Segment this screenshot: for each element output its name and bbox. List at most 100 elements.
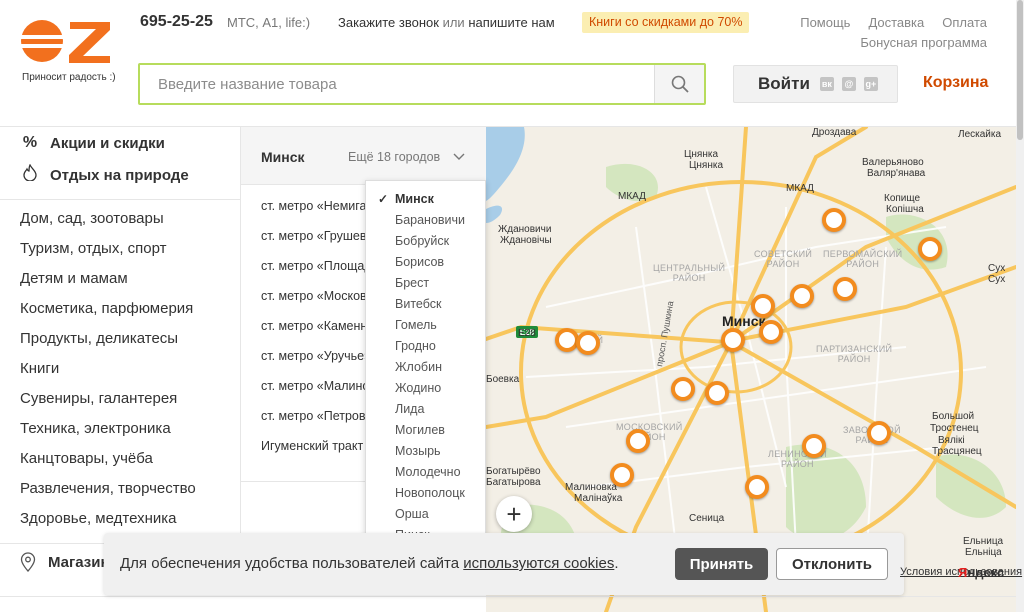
map-place-label: Дроздава (812, 127, 857, 138)
map-place-label: Вялікі (938, 435, 965, 446)
sidebar-divider (0, 199, 240, 200)
top-nav: Помощь Доставка Оплата (800, 15, 987, 30)
category-item[interactable]: Детям и мамам (20, 269, 196, 299)
promo-badge[interactable]: Книги со скидками до 70% (582, 12, 750, 33)
shop-map-marker[interactable] (867, 421, 891, 445)
map-district-label: ЦЕНТРАЛЬНЫЙ РАЙОН (653, 263, 726, 283)
shop-map-marker[interactable] (705, 381, 729, 405)
decline-cookies-button[interactable]: Отклонить (776, 548, 888, 580)
login-button[interactable]: Войти вк @ g+ (733, 65, 898, 103)
city-option[interactable]: Новополоцк (366, 483, 485, 504)
map-place-label: Сух (988, 274, 1006, 285)
city-option[interactable]: Барановичи (366, 210, 485, 231)
city-option[interactable]: Брест (366, 273, 485, 294)
scrollbar-thumb[interactable] (1017, 0, 1023, 140)
map-place-label: Цнянка (689, 160, 724, 171)
city-dropdown: ✓ Минск Барановичи Бобруйск Борисов Брест Ви… (365, 180, 486, 535)
shop-map-marker[interactable] (790, 284, 814, 308)
city-option[interactable]: Молодечно (366, 462, 485, 483)
current-city: Минск (261, 149, 305, 165)
cookie-text: Для обеспечения удобства пользователей с… (120, 555, 619, 572)
nav-delivery[interactable]: Доставка (868, 15, 924, 30)
search-input[interactable] (140, 65, 656, 103)
sidebar-item-sales[interactable]: % Акции и скидки (20, 134, 165, 152)
shop-map-marker[interactable] (802, 434, 826, 458)
map-place-label: Копішча (886, 204, 924, 215)
shop-map-marker[interactable] (822, 208, 846, 232)
footer-divider (0, 596, 1016, 597)
nav-bonus-program[interactable]: Бонусная программа (860, 35, 987, 50)
city-option[interactable]: Лида (366, 399, 485, 420)
sidebar-item-label: Акции и скидки (50, 134, 165, 152)
yandex-logo[interactable]: Яндекс (958, 565, 1004, 580)
category-item[interactable]: Косметика, парфюмерия (20, 299, 196, 329)
callback-or: или (442, 15, 465, 30)
category-item[interactable]: Продукты, деликатесы (20, 329, 196, 359)
google-plus-icon[interactable]: g+ (863, 77, 878, 91)
accept-cookies-button[interactable]: Принять (675, 548, 768, 580)
nav-payment[interactable]: Оплата (942, 15, 987, 30)
oz-logo-icon (20, 20, 110, 63)
shop-map-marker[interactable] (576, 331, 600, 355)
city-options: Барановичи Бобруйск Борисов Брест Витебск Гом… (366, 210, 485, 534)
city-option[interactable]: Бобруйск (366, 231, 485, 252)
map-place-label: Валерьяново (862, 157, 924, 168)
city-selector[interactable]: Минск Ещё 18 городов (241, 127, 486, 185)
city-option-label: Минск (395, 192, 434, 206)
map-district-label: СОВЕТСКИЙ РАЙОН (754, 249, 813, 269)
category-item[interactable]: Дом, сад, зоотовары (20, 209, 196, 239)
cookie-policy-link[interactable]: используются cookies (463, 555, 614, 572)
map-place-label: Лескайка (958, 129, 1002, 140)
shop-map-marker[interactable] (759, 320, 783, 344)
cookie-text-main: Для обеспечения удобства пользователей с… (120, 555, 464, 572)
city-option[interactable]: Гродно (366, 336, 485, 357)
vk-icon[interactable]: вк (819, 77, 834, 91)
cart-link[interactable]: Корзина (923, 74, 988, 92)
more-cities-toggle[interactable]: Ещё 18 городов (348, 150, 440, 164)
shop-map-marker[interactable] (918, 237, 942, 261)
map-place-label: Боевка (486, 374, 520, 385)
category-item[interactable]: Канцтовары, учёба (20, 449, 196, 479)
map-place-label: Ельница (963, 536, 1004, 547)
shop-map-marker[interactable] (833, 277, 857, 301)
map-place-label: Малиновка (565, 482, 617, 493)
city-option[interactable]: Гомель (366, 315, 485, 336)
map-place-label: Сух (988, 263, 1006, 274)
shop-map-marker[interactable] (751, 294, 775, 318)
sidebar-item-outdoor[interactable]: Отдых на природе (20, 163, 189, 186)
shop-map-marker[interactable] (745, 475, 769, 499)
city-option[interactable]: Борисов (366, 252, 485, 273)
shop-map-marker[interactable] (721, 328, 745, 352)
login-label: Войти (758, 74, 810, 93)
city-option[interactable]: Жлобин (366, 357, 485, 378)
map-place-label: Ельніца (965, 547, 1002, 558)
category-item[interactable]: Сувениры, галантерея (20, 389, 196, 419)
shop-map-marker[interactable] (626, 429, 650, 453)
phone-number[interactable]: 695-25-25 (140, 13, 213, 31)
mail-icon[interactable]: @ (841, 77, 856, 91)
city-option[interactable]: Мозырь (366, 441, 485, 462)
shop-map-marker[interactable] (610, 463, 634, 487)
category-item[interactable]: Развлечения, творчество (20, 479, 196, 509)
shop-map-marker[interactable] (671, 377, 695, 401)
nav-help[interactable]: Помощь (800, 15, 850, 30)
city-option-selected[interactable]: ✓ Минск (366, 189, 485, 210)
write-us-link[interactable]: напишите нам (468, 15, 554, 30)
city-option[interactable]: Могилев (366, 420, 485, 441)
map-zoom-in-button[interactable]: + (496, 496, 532, 532)
city-option[interactable]: Орша (366, 504, 485, 525)
map-place-label: Большой (932, 411, 975, 422)
city-option[interactable]: Витебск (366, 294, 485, 315)
map-place-label: E28 (518, 328, 536, 339)
search-bar (138, 63, 706, 105)
map-place-label: Ждановичи (498, 224, 552, 235)
map-place-label: Багатырова (486, 477, 541, 488)
chevron-down-icon[interactable] (452, 149, 466, 163)
category-item[interactable]: Туризм, отдых, спорт (20, 239, 196, 269)
request-call-link[interactable]: Закажите звонок (338, 15, 439, 30)
category-item[interactable]: Книги (20, 359, 196, 389)
category-item[interactable]: Техника, электроника (20, 419, 196, 449)
search-button[interactable] (654, 65, 704, 103)
page-scrollbar[interactable] (1016, 0, 1024, 612)
city-option[interactable]: Жодино (366, 378, 485, 399)
